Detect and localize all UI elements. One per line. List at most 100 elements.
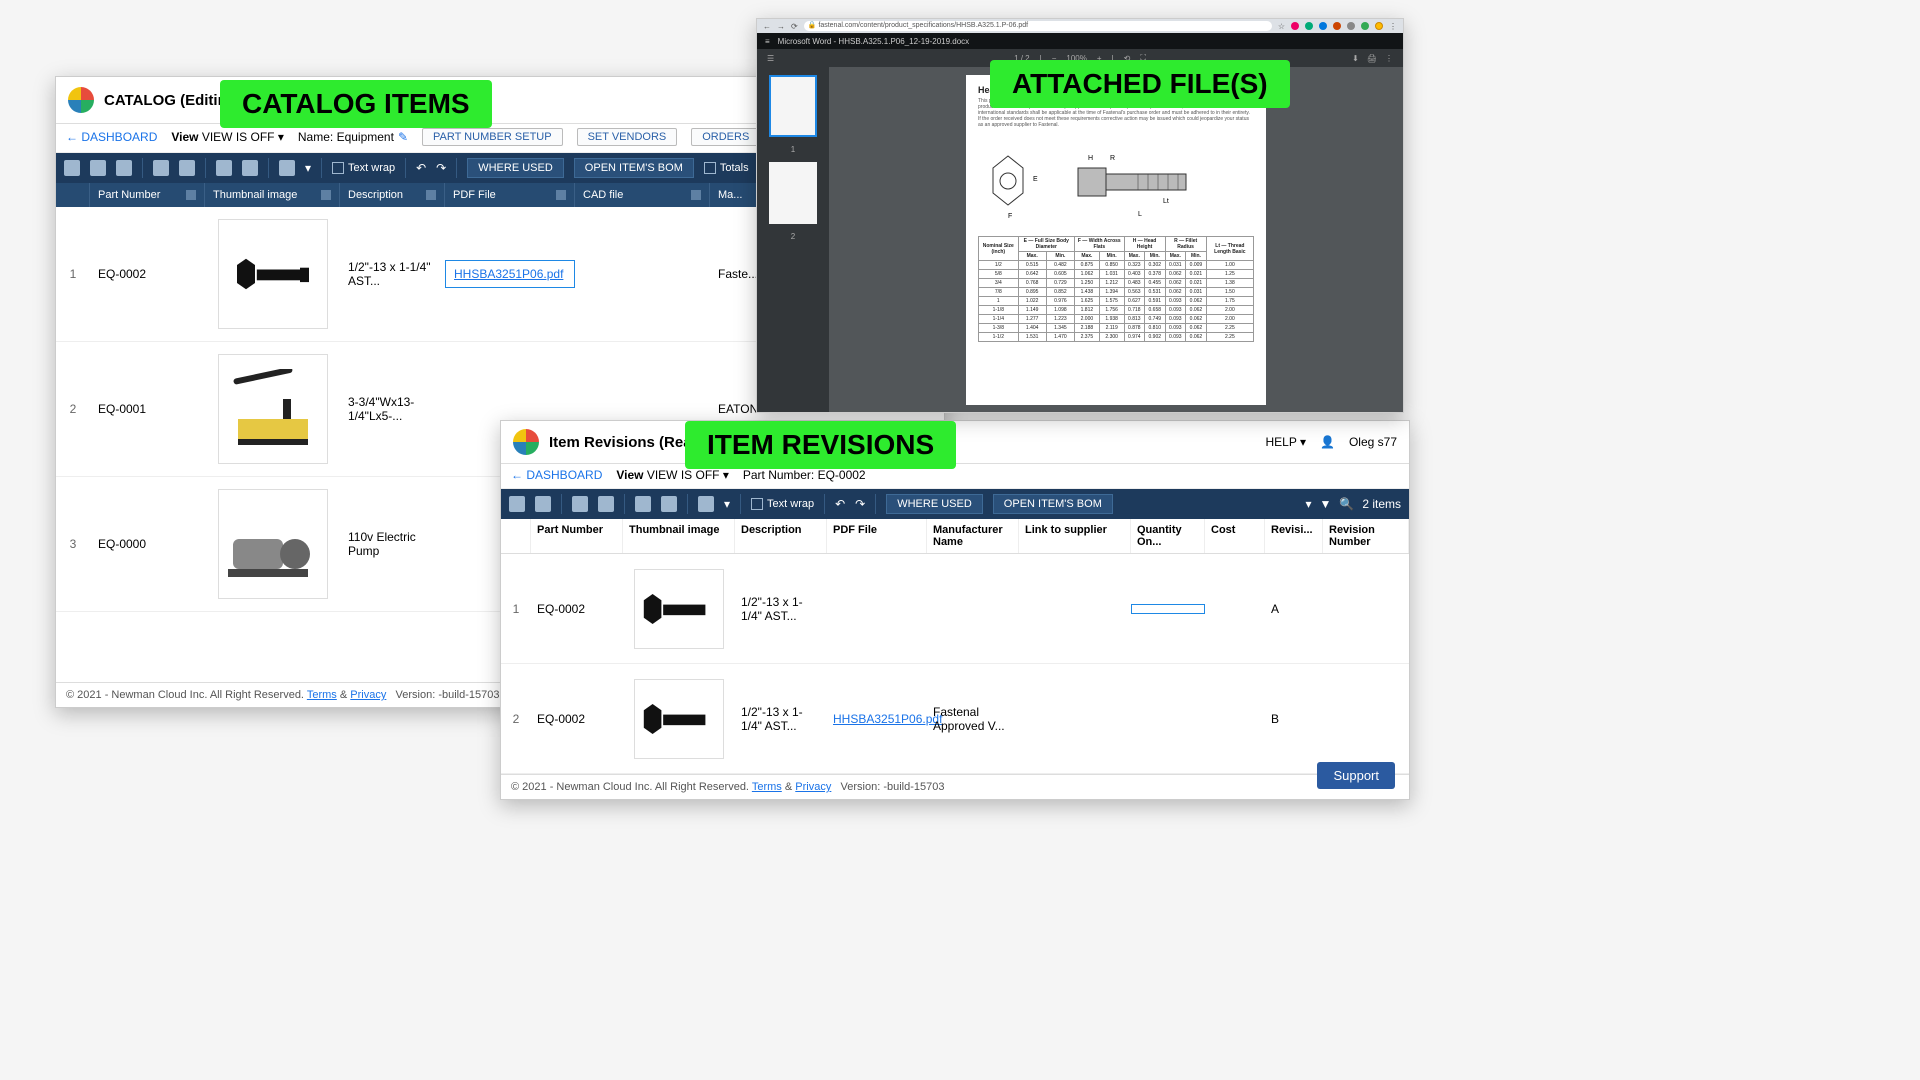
col-revision[interactable]: Revisi... xyxy=(1265,519,1323,553)
revision-row[interactable]: 1 EQ-0002 1/2"-13 x 1-1/4" AST... A xyxy=(501,554,1409,664)
cell-part-number[interactable]: EQ-0001 xyxy=(90,396,205,422)
star-icon[interactable]: ☆ xyxy=(1278,22,1285,31)
chevron-down-icon[interactable]: ▾ xyxy=(1305,497,1311,511)
grid-icon[interactable] xyxy=(509,496,525,512)
cell-cad-file[interactable] xyxy=(575,268,710,280)
support-button[interactable]: Support xyxy=(1317,762,1395,789)
cell-revision[interactable]: B xyxy=(1265,708,1323,730)
open-items-bom-button[interactable]: OPEN ITEM'S BOM xyxy=(574,158,694,178)
add-row-icon[interactable] xyxy=(572,496,588,512)
tree-icon[interactable] xyxy=(90,160,106,176)
circle-plus-icon[interactable] xyxy=(635,496,651,512)
terms-link[interactable]: Terms xyxy=(307,689,337,701)
delete-row-icon[interactable] xyxy=(598,496,614,512)
cell-part-number[interactable]: EQ-0002 xyxy=(531,598,623,620)
col-description[interactable]: Description xyxy=(735,519,827,553)
col-pdf-file[interactable]: PDF File xyxy=(827,519,927,553)
sidebar-toggle-icon[interactable]: ☰ xyxy=(767,54,774,63)
ext-icon[interactable] xyxy=(1333,22,1341,30)
delete-row-icon[interactable] xyxy=(179,160,195,176)
open-items-bom-button[interactable]: OPEN ITEM'S BOM xyxy=(993,494,1113,514)
pencil-icon[interactable]: ✎ xyxy=(398,130,408,144)
cell-manufacturer[interactable]: Fastenal Approved V... xyxy=(927,701,1019,737)
tree-icon[interactable] xyxy=(535,496,551,512)
cell-thumbnail[interactable] xyxy=(623,565,735,653)
terms-link[interactable]: Terms xyxy=(752,781,782,793)
cell-cad-file[interactable] xyxy=(575,403,710,415)
cell-pdf-file[interactable]: HHSBA3251P06.pdf xyxy=(827,708,927,730)
col-link-supplier[interactable]: Link to supplier xyxy=(1019,519,1131,553)
funnel-icon[interactable]: ▼ xyxy=(1319,497,1331,511)
page-thumbnail-1[interactable] xyxy=(769,75,817,137)
ext-icon[interactable] xyxy=(1347,22,1355,30)
cell-pdf-file[interactable] xyxy=(445,403,575,415)
filter-icon[interactable] xyxy=(691,190,701,200)
circle-down-icon[interactable] xyxy=(242,160,258,176)
col-revision-number[interactable]: Revision Number xyxy=(1323,519,1409,553)
cell-revision-number[interactable] xyxy=(1323,715,1409,723)
page-thumbnail-2[interactable] xyxy=(769,162,817,224)
redo-icon[interactable]: ↷ xyxy=(436,161,446,175)
search-icon[interactable]: 🔍 xyxy=(1339,497,1354,511)
filter-icon[interactable] xyxy=(321,190,331,200)
download-icon[interactable]: ⬇ xyxy=(1352,54,1359,63)
set-vendors-button[interactable]: SET VENDORS xyxy=(577,128,678,146)
view-state-dropdown[interactable]: VIEW IS OFF ▾ xyxy=(647,468,729,482)
kebab-icon[interactable]: ⋮ xyxy=(1389,22,1397,31)
profile-avatar-icon[interactable] xyxy=(1375,22,1383,30)
cell-part-number[interactable]: EQ-0000 xyxy=(90,531,205,557)
cell-description[interactable]: 1/2"-13 x 1-1/4" AST... xyxy=(340,254,445,294)
align-icon[interactable] xyxy=(279,160,295,176)
back-dashboard-link[interactable]: ← DASHBOARD xyxy=(66,130,157,144)
cell-thumbnail[interactable] xyxy=(205,213,340,335)
col-cad-file[interactable]: CAD file xyxy=(575,183,710,207)
filter-icon[interactable] xyxy=(556,190,566,200)
where-used-button[interactable]: WHERE USED xyxy=(467,158,564,178)
user-name[interactable]: Oleg s77 xyxy=(1349,435,1397,449)
view-state-dropdown[interactable]: VIEW IS OFF ▾ xyxy=(202,130,284,144)
cell-revision-number[interactable] xyxy=(1323,605,1409,613)
col-thumbnail[interactable]: Thumbnail image xyxy=(205,183,340,207)
pdf-link[interactable]: HHSBA3251P06.pdf xyxy=(833,712,942,726)
cell-description[interactable]: 1/2"-13 x 1-1/4" AST... xyxy=(735,591,827,627)
filter-icon[interactable] xyxy=(186,190,196,200)
ext-icon[interactable] xyxy=(1319,22,1327,30)
ext-icon[interactable] xyxy=(1361,22,1369,30)
address-bar[interactable]: 🔒 fastenal.com/content/product_specifica… xyxy=(804,21,1272,31)
privacy-link[interactable]: Privacy xyxy=(795,781,831,793)
cell-pdf-file[interactable]: HHSBA3251P06.pdf xyxy=(445,260,575,288)
print-icon[interactable]: 🖨 xyxy=(1367,54,1377,63)
cell-revision[interactable]: A xyxy=(1265,598,1323,620)
align-icon[interactable] xyxy=(698,496,714,512)
col-thumbnail[interactable]: Thumbnail image xyxy=(623,519,735,553)
textwrap-checkbox[interactable]: Text wrap xyxy=(332,162,395,174)
menu-icon[interactable]: ≡ xyxy=(765,37,770,46)
reload-icon[interactable]: ⟳ xyxy=(791,22,798,31)
pdf-page-viewport[interactable]: Heavy Hex Structural Bolts, A325, Type 1… xyxy=(829,67,1403,412)
totals-checkbox[interactable]: Totals xyxy=(704,162,749,174)
cell-description[interactable]: 3-3/4"Wx13-1/4"Lx5-... xyxy=(340,389,445,429)
circle-minus-icon[interactable] xyxy=(661,496,677,512)
cell-part-number[interactable]: EQ-0002 xyxy=(90,261,205,287)
col-pdf-file[interactable]: PDF File xyxy=(445,183,575,207)
cell-manufacturer[interactable] xyxy=(927,605,1019,613)
cell-cost[interactable] xyxy=(1205,605,1265,613)
filter-icon[interactable] xyxy=(426,190,436,200)
privacy-link[interactable]: Privacy xyxy=(350,689,386,701)
where-used-button[interactable]: WHERE USED xyxy=(886,494,983,514)
cell-link[interactable] xyxy=(1019,715,1131,723)
cell-thumbnail[interactable] xyxy=(205,483,340,605)
pdf-link[interactable]: HHSBA3251P06.pdf xyxy=(454,267,563,281)
cell-link[interactable] xyxy=(1019,605,1131,613)
ext-icon[interactable] xyxy=(1291,22,1299,30)
more-icon[interactable]: ⋮ xyxy=(1385,54,1393,63)
part-number-setup-button[interactable]: PART NUMBER SETUP xyxy=(422,128,563,146)
add-row-icon[interactable] xyxy=(153,160,169,176)
redo-icon[interactable]: ↷ xyxy=(855,497,865,511)
col-manufacturer-name[interactable]: Manufacturer Name xyxy=(927,519,1019,553)
col-quantity[interactable]: Quantity On... xyxy=(1131,519,1205,553)
nav-fwd-icon[interactable]: → xyxy=(777,22,785,31)
undo-icon[interactable]: ↶ xyxy=(835,497,845,511)
col-part-number[interactable]: Part Number xyxy=(531,519,623,553)
circle-plus-icon[interactable] xyxy=(216,160,232,176)
